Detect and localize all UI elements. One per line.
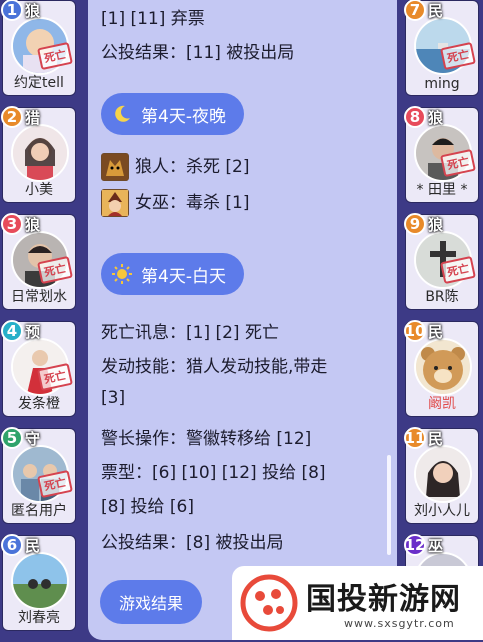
skill-line-cont: [3]: [101, 388, 126, 408]
death-info-line: 死亡讯息：[1] [2] 死亡: [101, 323, 279, 343]
seat-role: 狼: [25, 1, 41, 20]
night-header: 第4天-夜晚: [101, 93, 244, 135]
seat-badge: 1狼: [1, 0, 40, 21]
seat-badge: 2猎: [1, 106, 40, 128]
seat-role: 猎: [25, 108, 41, 127]
wolf-action-line: 狼人：杀死 [2]: [101, 152, 249, 181]
seat-number: 6: [1, 534, 23, 556]
seat-role: 狼: [428, 215, 444, 234]
watermark-title: 国投新游网: [306, 582, 461, 617]
seat-role: 狼: [25, 215, 41, 234]
seat-number: 11: [404, 427, 426, 449]
seat-nickname: ming: [424, 76, 460, 92]
seat-badge: 12 巫: [404, 534, 443, 556]
night-header-label: 第4天-夜晚: [141, 106, 226, 127]
seat-nickname: 刘小人儿: [414, 503, 470, 519]
seat-5[interactable]: 5守 死亡 匿名用户: [1, 427, 76, 524]
seat-number: 5: [1, 427, 23, 449]
werewolf-icon: [101, 153, 129, 181]
game-log-panel[interactable]: [1] [11] 弃票 公投结果：[11] 被投出局 第4天-夜晚 狼人：杀死 …: [88, 0, 397, 640]
bear-avatar-icon: [414, 338, 472, 396]
game-result-button[interactable]: 游戏结果: [100, 580, 202, 624]
moon-icon: [111, 103, 133, 125]
seat-role: 狼: [428, 108, 444, 127]
day-header-label: 第4天-白天: [141, 266, 226, 287]
day-header: 第4天-白天: [101, 253, 244, 295]
watermark-url: www.sxsgytr.com: [344, 617, 455, 630]
seat-nickname: 约定tell: [14, 75, 64, 91]
seat-4[interactable]: 4预 死亡 发条橙: [1, 320, 76, 417]
seat-role: 民: [428, 322, 444, 341]
watermark-logo-icon: [240, 574, 298, 632]
seat-7[interactable]: 7民 死亡 ming: [404, 0, 479, 96]
seat-9[interactable]: 9狼 死亡 BR陈: [404, 213, 479, 310]
seat-number: 3: [1, 213, 23, 235]
girl-avatar-icon: [11, 124, 69, 182]
seat-badge: 6民: [1, 534, 40, 556]
seat-nickname: BR陈: [425, 289, 459, 305]
seat-11[interactable]: 11 民 刘小人儿: [404, 427, 479, 524]
seat-2[interactable]: 2猎 小美: [1, 106, 76, 203]
seat-nickname: 阚凯: [428, 396, 456, 412]
skill-line: 发动技能：猎人发动技能,带走: [101, 357, 328, 377]
seat-10[interactable]: 10 民 阚凯: [404, 320, 479, 417]
seat-nickname: 小美: [25, 182, 53, 198]
seat-nickname: 刘春亮: [18, 610, 60, 626]
scrollbar[interactable]: [387, 455, 391, 555]
seat-badge: 8狼: [404, 106, 443, 128]
seat-role: 民: [428, 429, 444, 448]
seat-role: 守: [25, 429, 41, 448]
seat-nickname: 日常划水: [11, 289, 67, 305]
seat-8[interactable]: 8狼 死亡 * 田里 *: [404, 106, 479, 203]
seat-badge: 9狼: [404, 213, 443, 235]
seat-role: 预: [25, 322, 41, 341]
seat-badge: 7民: [404, 0, 443, 21]
seat-number: 8: [404, 106, 426, 128]
witch-action-line: 女巫：毒杀 [1]: [101, 188, 249, 217]
seat-6[interactable]: 6民 刘春亮: [1, 534, 76, 631]
seat-role: 民: [428, 1, 444, 20]
seat-role: 巫: [428, 536, 444, 555]
seat-badge: 4预: [1, 320, 40, 342]
seat-number: 12: [404, 534, 426, 556]
witch-action-text: 女巫：毒杀 [1]: [135, 193, 250, 213]
vote-result-line: 公投结果：[11] 被投出局: [101, 43, 295, 63]
left-seat-column: 1狼 死亡 约定tell 2猎 小美 3狼 死亡 日常划水 4预 死亡 发条橙 …: [1, 0, 78, 642]
wolf-action-text: 狼人：杀死 [2]: [135, 157, 250, 177]
sun-icon: [111, 263, 133, 285]
seat-number: 4: [1, 320, 23, 342]
vote-result-line-2: 公投结果：[8] 被投出局: [101, 533, 284, 553]
seat-number: 10: [404, 320, 426, 342]
seat-number: 2: [1, 106, 23, 128]
abstain-line: [1] [11] 弃票: [101, 9, 205, 29]
seat-nickname: * 田里 *: [416, 182, 468, 198]
site-watermark: 国投新游网 www.sxsgytr.com: [232, 566, 483, 640]
seat-1[interactable]: 1狼 死亡 约定tell: [1, 0, 76, 96]
seat-number: 9: [404, 213, 426, 235]
seat-role: 民: [25, 536, 41, 555]
landscape-avatar-icon: [11, 552, 69, 610]
seat-number: 7: [404, 0, 426, 21]
vote-type-line: 票型：[6] [10] [12] 投给 [8]: [101, 463, 326, 483]
witch-icon: [101, 189, 129, 217]
right-seat-column: 7民 死亡 ming 8狼 死亡 * 田里 * 9狼 死亡 BR陈 10 民 阚凯…: [404, 0, 481, 610]
seat-nickname: 匿名用户: [11, 503, 67, 519]
girl-avatar-icon: [414, 445, 472, 503]
seat-badge: 3狼: [1, 213, 40, 235]
seat-number: 1: [1, 0, 23, 21]
seat-badge: 10 民: [404, 320, 443, 342]
seat-3[interactable]: 3狼 死亡 日常划水: [1, 213, 76, 310]
seat-nickname: 发条橙: [18, 396, 60, 412]
vote-type-line-cont: [8] 投给 [6]: [101, 497, 194, 517]
seat-badge: 11 民: [404, 427, 443, 449]
sheriff-action-line: 警长操作：警徽转移给 [12]: [101, 429, 312, 449]
seat-badge: 5守: [1, 427, 40, 449]
